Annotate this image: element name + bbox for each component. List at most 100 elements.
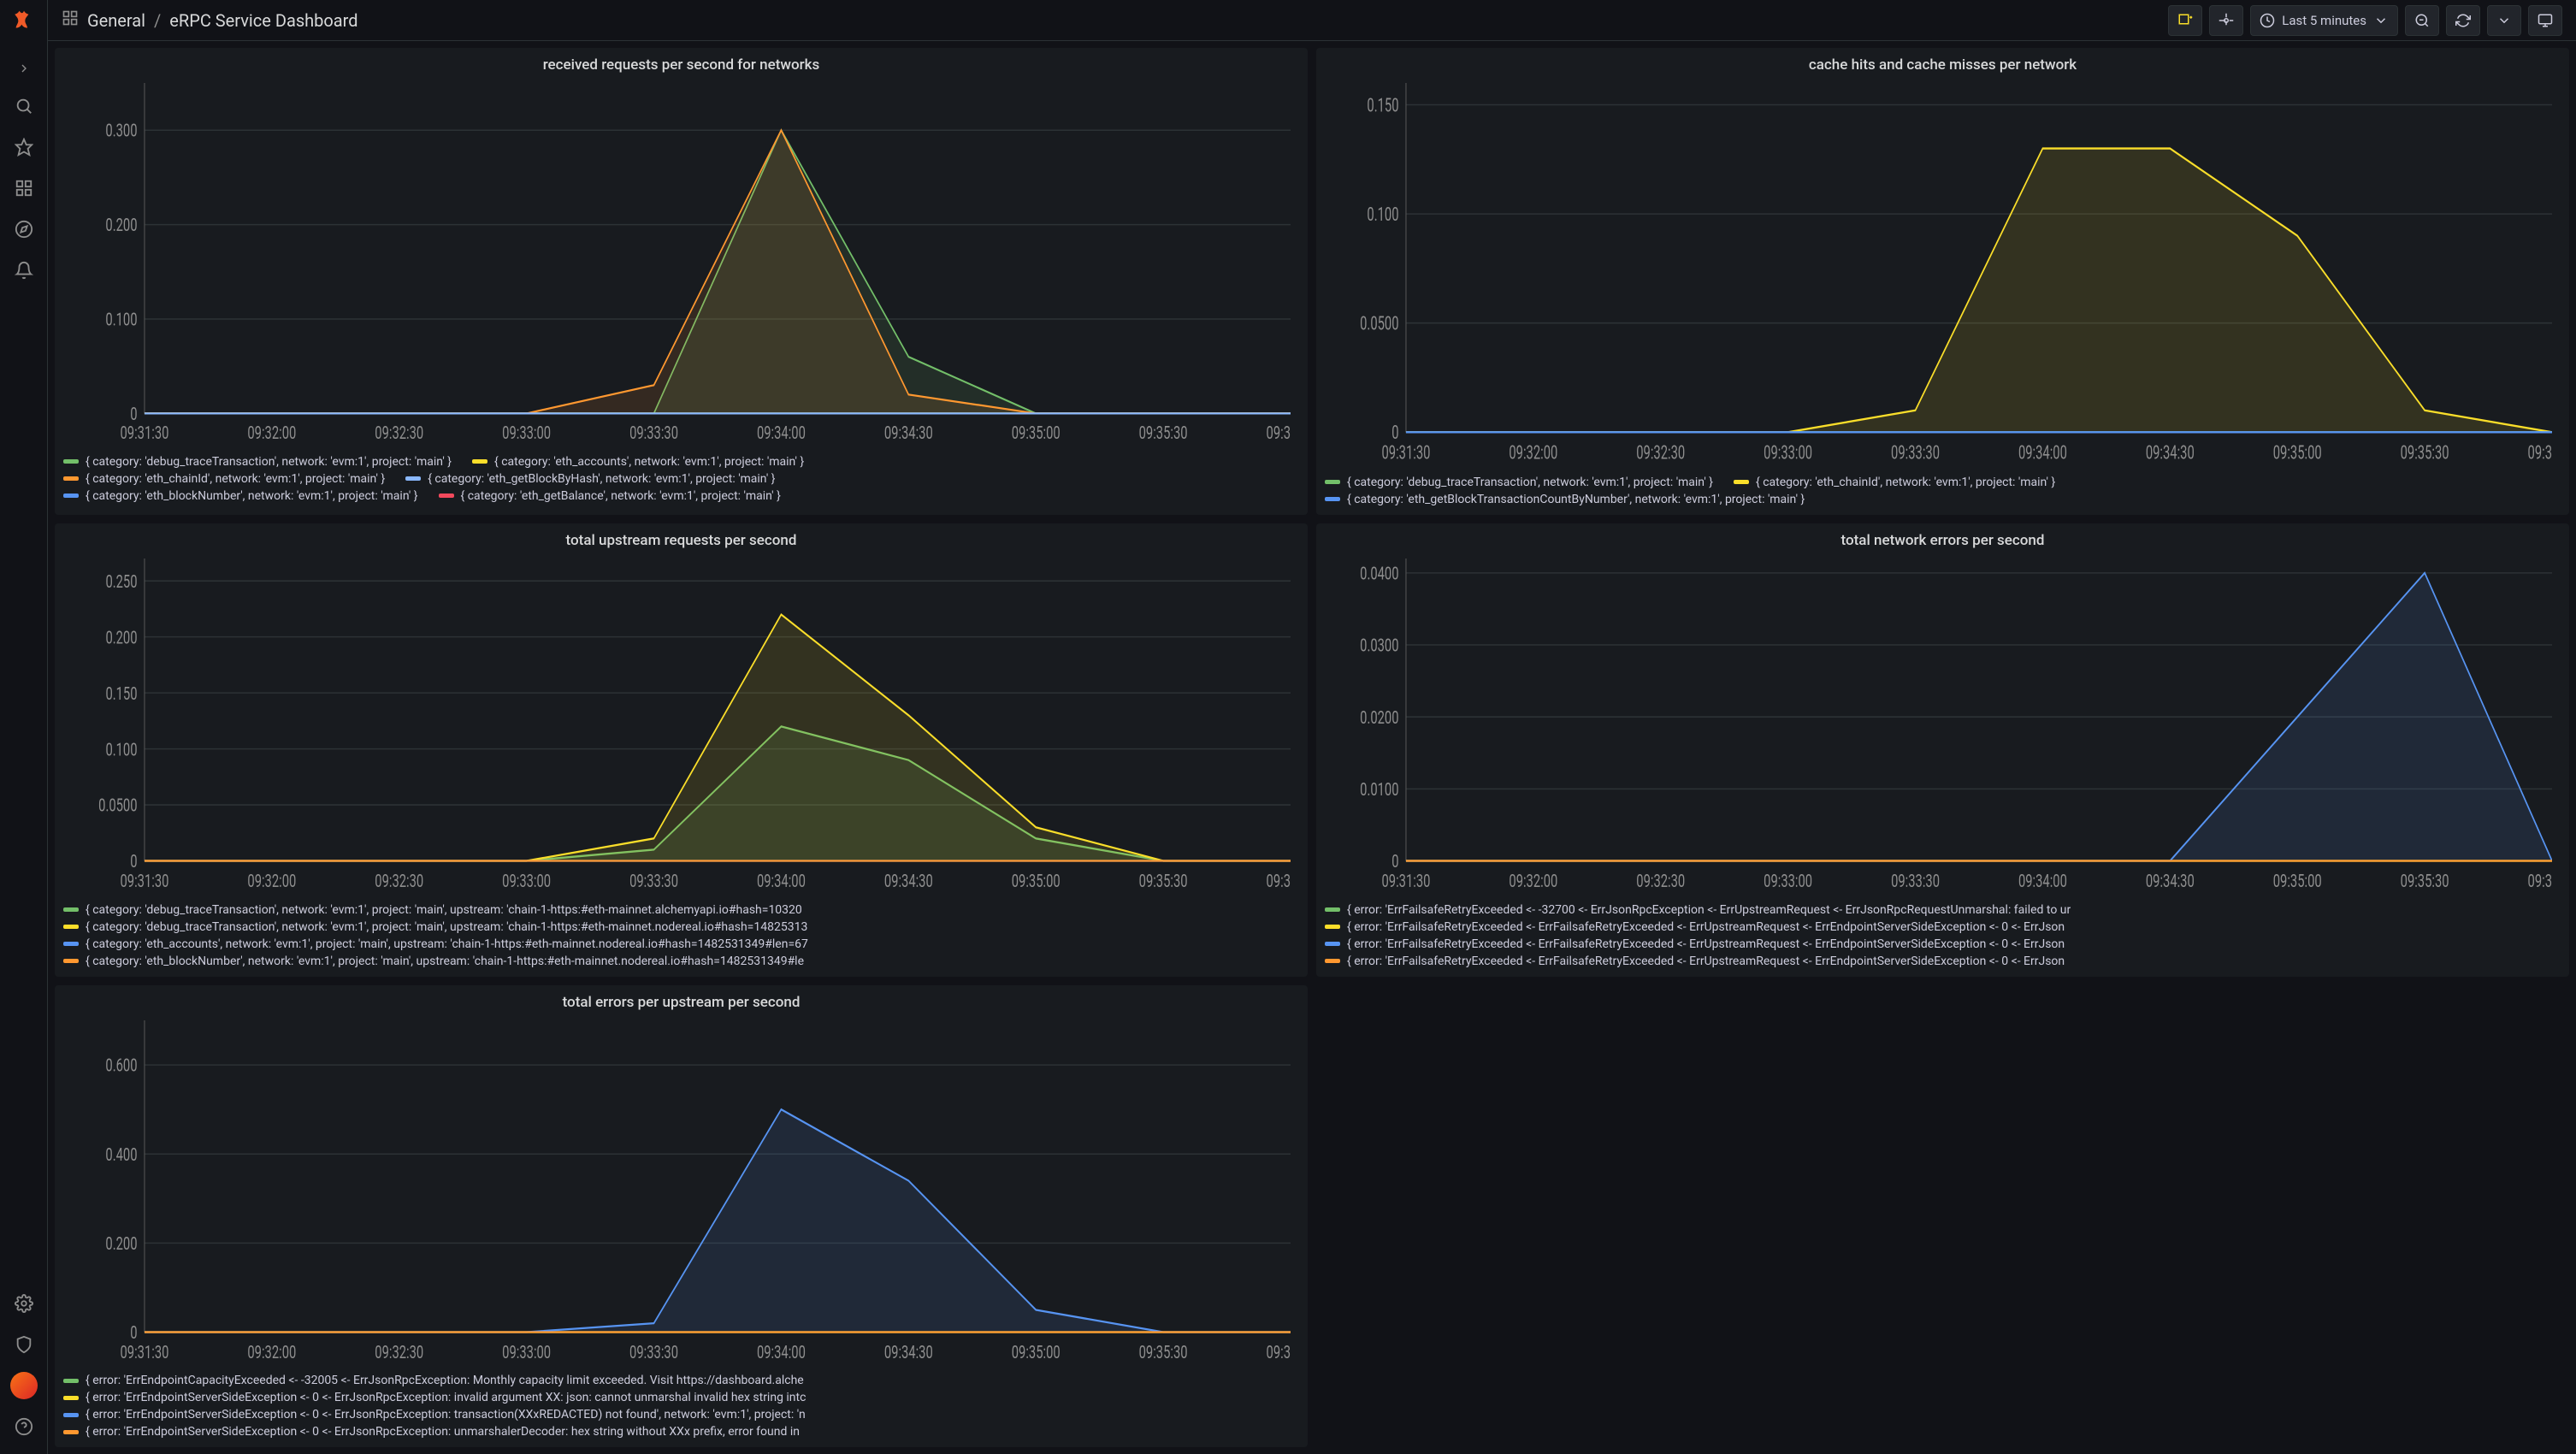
legend: { category: 'debug_traceTransaction', ne… bbox=[1316, 470, 2569, 515]
svg-text:0.100: 0.100 bbox=[105, 738, 137, 760]
svg-text:09:33:30: 09:33:30 bbox=[629, 870, 678, 892]
svg-text:09:33:30: 09:33:30 bbox=[1891, 870, 1940, 892]
panel-title: cache hits and cache misses per network bbox=[1316, 48, 2569, 79]
shield-icon[interactable] bbox=[7, 1327, 41, 1362]
refresh-interval-button[interactable] bbox=[2487, 5, 2521, 36]
chart[interactable]: 00.05000.1000.1500.2000.25009:31:3009:32… bbox=[55, 554, 1308, 898]
svg-text:09:35:00: 09:35:00 bbox=[1012, 870, 1061, 892]
svg-text:0.150: 0.150 bbox=[105, 683, 137, 705]
apps-icon[interactable] bbox=[62, 9, 79, 31]
panel[interactable]: cache hits and cache misses per network0… bbox=[1316, 48, 2569, 515]
svg-text:09:35:30: 09:35:30 bbox=[1139, 423, 1188, 444]
dashboard-settings-button[interactable] bbox=[2209, 5, 2243, 36]
svg-text:09:35:30: 09:35:30 bbox=[1139, 870, 1188, 892]
legend-swatch bbox=[1734, 480, 1749, 484]
explore-icon[interactable] bbox=[7, 212, 41, 246]
avatar[interactable] bbox=[7, 1368, 41, 1403]
chart[interactable]: 00.01000.02000.03000.040009:31:3009:32:0… bbox=[1316, 554, 2569, 898]
legend-item[interactable]: { error: 'ErrEndpointServerSideException… bbox=[63, 1391, 806, 1404]
svg-text:0.150: 0.150 bbox=[1367, 94, 1398, 116]
legend-item[interactable]: { category: 'debug_traceTransaction', ne… bbox=[63, 920, 807, 934]
panel[interactable]: total upstream requests per second00.050… bbox=[55, 523, 1308, 977]
legend-item[interactable]: { error: 'ErrFailsafeRetryExceeded <- -3… bbox=[1325, 903, 2071, 917]
svg-text:09:33:00: 09:33:00 bbox=[502, 423, 551, 444]
settings-icon[interactable] bbox=[7, 1286, 41, 1321]
legend-item[interactable]: { error: 'ErrEndpointServerSideException… bbox=[63, 1408, 806, 1421]
svg-text:09:36:00: 09:36:00 bbox=[1267, 1342, 1291, 1362]
legend-item[interactable]: { category: 'eth_accounts', network: 'ev… bbox=[63, 937, 808, 951]
legend-item[interactable]: { error: 'ErrFailsafeRetryExceeded <- Er… bbox=[1325, 937, 2065, 951]
svg-text:09:36:00: 09:36:00 bbox=[1267, 870, 1291, 892]
dashboards-icon[interactable] bbox=[7, 171, 41, 205]
svg-text:0.100: 0.100 bbox=[105, 310, 137, 330]
legend-item[interactable]: { category: 'eth_chainId', network: 'evm… bbox=[1734, 476, 2055, 489]
legend-swatch bbox=[1325, 942, 1340, 946]
legend-item[interactable]: { error: 'ErrFailsafeRetryExceeded <- Er… bbox=[1325, 955, 2065, 968]
svg-text:09:36:00: 09:36:00 bbox=[1267, 423, 1291, 444]
legend-item[interactable]: { category: 'eth_getBalance', network: '… bbox=[439, 489, 781, 503]
legend-label: { error: 'ErrFailsafeRetryExceeded <- Er… bbox=[1347, 920, 2065, 934]
legend-item[interactable]: { category: 'debug_traceTransaction', ne… bbox=[63, 903, 802, 917]
panel[interactable]: total errors per upstream per second00.2… bbox=[55, 985, 1308, 1447]
legend-swatch bbox=[63, 1379, 79, 1383]
legend-item[interactable]: { category: 'eth_accounts', network: 'ev… bbox=[472, 455, 804, 469]
grafana-logo[interactable] bbox=[9, 7, 39, 38]
legend-item[interactable]: { error: 'ErrFailsafeRetryExceeded <- Er… bbox=[1325, 920, 2065, 934]
tv-mode-button[interactable] bbox=[2528, 5, 2562, 36]
svg-text:0.0200: 0.0200 bbox=[1360, 706, 1398, 729]
svg-text:09:36:00: 09:36:00 bbox=[2528, 870, 2552, 892]
svg-text:09:34:00: 09:34:00 bbox=[757, 870, 806, 892]
panel[interactable]: received requests per second for network… bbox=[55, 48, 1308, 515]
star-icon[interactable] bbox=[7, 130, 41, 164]
svg-text:09:32:00: 09:32:00 bbox=[1509, 870, 1557, 892]
topbar: General / eRPC Service Dashboard Last 5 … bbox=[48, 0, 2576, 41]
svg-text:09:34:30: 09:34:30 bbox=[2146, 870, 2195, 892]
svg-text:09:31:30: 09:31:30 bbox=[121, 870, 169, 892]
svg-text:09:35:00: 09:35:00 bbox=[2273, 870, 2322, 892]
alerting-icon[interactable] bbox=[7, 253, 41, 287]
svg-text:09:34:30: 09:34:30 bbox=[884, 1342, 933, 1362]
sidebar-expand-button[interactable] bbox=[7, 51, 41, 86]
svg-text:09:35:00: 09:35:00 bbox=[1012, 1342, 1061, 1362]
legend: { category: 'debug_traceTransaction', ne… bbox=[55, 450, 1308, 515]
chart[interactable]: 00.05000.1000.15009:31:3009:32:0009:32:3… bbox=[1316, 79, 2569, 470]
search-icon[interactable] bbox=[7, 89, 41, 123]
svg-text:09:35:30: 09:35:30 bbox=[1139, 1342, 1188, 1362]
panel-title: received requests per second for network… bbox=[55, 48, 1308, 79]
svg-text:09:33:30: 09:33:30 bbox=[629, 1342, 678, 1362]
legend-swatch bbox=[63, 459, 79, 464]
svg-text:09:35:00: 09:35:00 bbox=[1012, 423, 1061, 444]
legend-label: { category: 'debug_traceTransaction', ne… bbox=[86, 455, 452, 469]
legend-item[interactable]: { category: 'eth_blockNumber', network: … bbox=[63, 489, 418, 503]
time-picker[interactable]: Last 5 minutes bbox=[2250, 5, 2398, 36]
legend-item[interactable]: { category: 'debug_traceTransaction', ne… bbox=[63, 455, 452, 469]
legend-item[interactable]: { category: 'debug_traceTransaction', ne… bbox=[1325, 476, 1713, 489]
legend-item[interactable]: { error: 'ErrEndpointServerSideException… bbox=[63, 1425, 800, 1439]
legend-label: { category: 'eth_blockNumber', network: … bbox=[86, 489, 418, 503]
sidebar bbox=[0, 0, 48, 1454]
svg-text:09:33:30: 09:33:30 bbox=[629, 423, 678, 444]
legend-item[interactable]: { category: 'eth_blockNumber', network: … bbox=[63, 955, 804, 968]
add-panel-button[interactable] bbox=[2168, 5, 2202, 36]
svg-text:09:33:00: 09:33:00 bbox=[502, 1342, 551, 1362]
legend-item[interactable]: { category: 'eth_getBlockByHash', networ… bbox=[405, 472, 775, 486]
svg-text:0.300: 0.300 bbox=[105, 121, 137, 141]
breadcrumb-page[interactable]: eRPC Service Dashboard bbox=[169, 10, 357, 31]
svg-text:09:35:00: 09:35:00 bbox=[2273, 442, 2322, 464]
legend-item[interactable]: { category: 'eth_getBlockTransactionCoun… bbox=[1325, 493, 1805, 506]
panel-title: total network errors per second bbox=[1316, 523, 2569, 554]
breadcrumb-parent[interactable]: General bbox=[87, 10, 145, 31]
refresh-button[interactable] bbox=[2446, 5, 2480, 36]
legend-item[interactable]: { category: 'eth_chainId', network: 'evm… bbox=[63, 472, 385, 486]
chart[interactable]: 00.1000.2000.30009:31:3009:32:0009:32:30… bbox=[55, 79, 1308, 450]
svg-text:09:35:30: 09:35:30 bbox=[2401, 442, 2449, 464]
svg-text:09:32:00: 09:32:00 bbox=[247, 870, 296, 892]
zoom-out-button[interactable] bbox=[2405, 5, 2439, 36]
legend-label: { category: 'debug_traceTransaction', ne… bbox=[1347, 476, 1713, 489]
legend-swatch bbox=[63, 907, 79, 912]
legend-swatch bbox=[1325, 959, 1340, 963]
chart[interactable]: 00.2000.4000.60009:31:3009:32:0009:32:30… bbox=[55, 1016, 1308, 1368]
panel[interactable]: total network errors per second00.01000.… bbox=[1316, 523, 2569, 977]
legend-item[interactable]: { error: 'ErrEndpointCapacityExceeded <-… bbox=[63, 1374, 804, 1387]
help-icon[interactable] bbox=[7, 1410, 41, 1444]
